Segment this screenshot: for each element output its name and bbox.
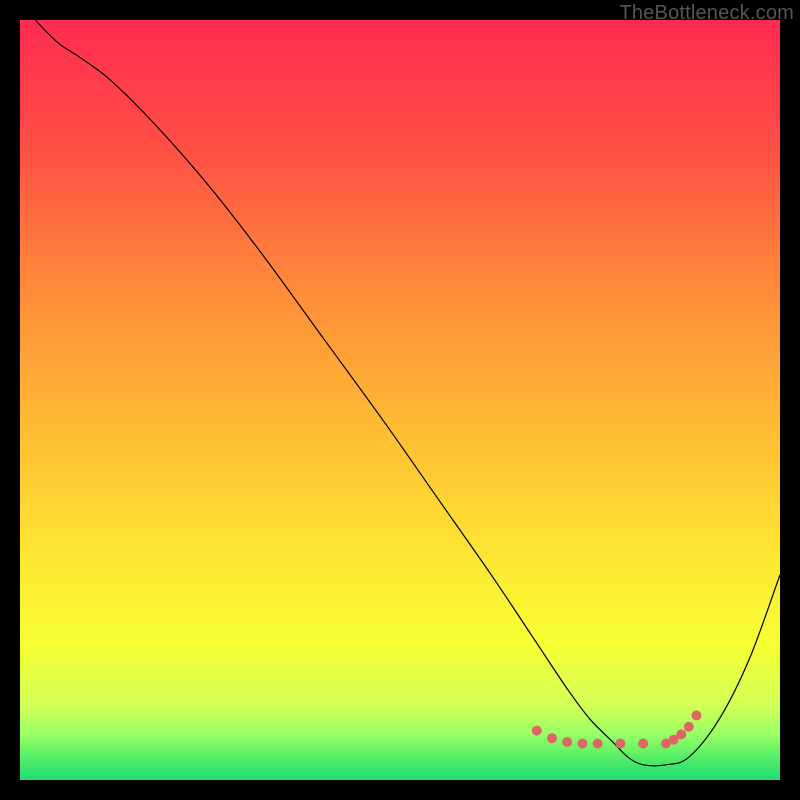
marker-point: [547, 733, 557, 743]
marker-point: [676, 729, 686, 739]
marker-point: [684, 722, 694, 732]
chart-container: TheBottleneck.com: [0, 0, 800, 800]
marker-point: [638, 739, 648, 749]
chart-plot: [20, 20, 780, 780]
marker-point: [691, 710, 701, 720]
watermark-text: TheBottleneck.com: [619, 2, 794, 25]
marker-point: [615, 739, 625, 749]
gradient-background: [20, 20, 780, 780]
marker-point: [593, 739, 603, 749]
marker-point: [562, 737, 572, 747]
marker-point: [577, 739, 587, 749]
marker-point: [532, 726, 542, 736]
